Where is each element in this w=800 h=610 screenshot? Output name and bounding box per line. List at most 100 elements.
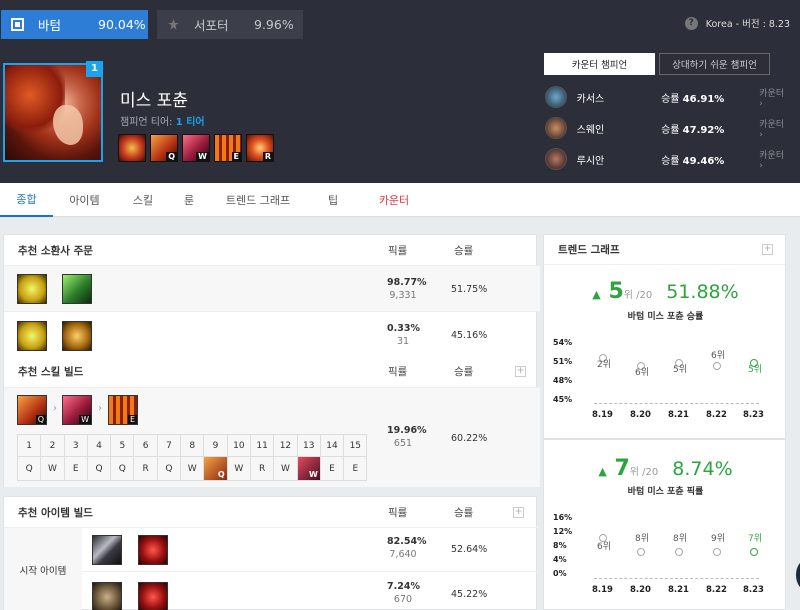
x-tick-label: 8.23 (743, 410, 764, 420)
flash-spell-icon[interactable] (17, 321, 47, 351)
item-row: 7.24% 670 45.22% (82, 571, 538, 610)
lucian-icon (545, 148, 567, 170)
skill-order-cell: E (320, 457, 345, 481)
x-tick-label: 8.20 (630, 410, 651, 420)
y-tick-label: 54% (553, 338, 573, 347)
region-version: Korea - 버전 : 8.23 (705, 19, 790, 30)
health-potion-icon[interactable] (138, 535, 168, 565)
skill-order-cell: Q (204, 457, 228, 481)
spell-win: 45.16% (451, 330, 488, 341)
skill-order-grid: 1 2 3 4 5 6 7 8 9 10 11 12 13 14 15 Q W E Q Q R Q W Q W R W W E E (17, 434, 368, 481)
col-pick: 픽률 (388, 506, 408, 519)
health-potion-icon[interactable] (138, 582, 168, 610)
r-skill-icon[interactable]: R (246, 134, 274, 162)
q-skill-icon[interactable]: Q (150, 134, 178, 162)
e-skill-icon[interactable]: E (214, 134, 242, 162)
counter-row[interactable]: 루시안 승률 49.46% 카운터 › (545, 146, 790, 172)
skill-win: 60.22% (451, 433, 488, 444)
col-win: 승률 (454, 365, 474, 378)
tab-skills[interactable]: 스킬 (116, 183, 170, 217)
rank-label: 5위 (673, 365, 688, 375)
skill-order-cell: R (134, 457, 158, 481)
x-tick-label: 8.21 (668, 585, 689, 595)
rank-label: 7위 (748, 534, 763, 544)
tab-counter[interactable]: 카운터 (358, 183, 430, 217)
version-info: ? Korea - 버전 : 8.23 (684, 16, 790, 30)
tab-trend[interactable]: 트렌드 그래프 (208, 183, 308, 217)
winrate-value: 46.91% (682, 93, 725, 105)
y-tick-label: 48% (553, 376, 573, 385)
tab-items[interactable]: 아이템 (53, 183, 116, 217)
easy-champions-tab[interactable]: 상대하기 쉬운 챔피언 (659, 53, 770, 75)
chevron-right-icon: › (53, 403, 57, 414)
spell-row: 98.77% 9,331 51.75% (4, 265, 540, 311)
rank-label: 6위 (635, 368, 650, 378)
dorans-shield-icon[interactable] (92, 582, 122, 610)
col-win: 승률 (454, 244, 474, 257)
position-name: 서포터 (194, 18, 229, 33)
pick-rate: 0.33% (387, 323, 420, 334)
skill-order-cell: Q (157, 457, 182, 481)
position-tab-bottom[interactable]: 바텀 90.04% (1, 10, 148, 39)
counter-champions-tab[interactable]: 카운터 챔피언 (544, 53, 655, 75)
position-tab-support[interactable]: 서포터 9.96% (157, 10, 303, 39)
trend-point[interactable] (750, 548, 758, 556)
trend-title: 트렌드 그래프 (558, 244, 620, 256)
trend-point[interactable] (675, 548, 683, 556)
counter-row[interactable]: 카서스 승률 46.91% 카운터 › (545, 84, 790, 110)
help-icon[interactable]: ? (684, 16, 698, 30)
heal-spell-icon[interactable] (62, 274, 92, 304)
skill-key: E (231, 152, 241, 161)
trend-point[interactable] (713, 548, 721, 556)
skill-order-cell: E (344, 457, 368, 481)
rank-label: 6위 (597, 542, 612, 552)
counter-tabs: 카운터 챔피언 상대하기 쉬운 챔피언 (544, 53, 770, 75)
karthus-icon (545, 86, 567, 108)
skill-order-cell: R (250, 457, 275, 481)
winrate-label: 승률 (661, 93, 680, 105)
counter-row[interactable]: 스웨인 승률 47.92% 카운터 › (545, 115, 790, 141)
support-lane-icon (168, 19, 179, 30)
expand-icon[interactable]: + (513, 506, 524, 518)
floating-button[interactable] (796, 560, 800, 590)
trend-subtitle: 바텀 미스 포츈 승률 (627, 312, 704, 322)
y-tick-label: 16% (553, 513, 573, 522)
pick-rate: 19.96% (387, 425, 427, 436)
item-panel: 추천 아이템 빌드 픽률 승률 + 시작 아이템 82.54% 7,640 52.… (3, 496, 538, 610)
w-skill-icon[interactable]: W (182, 134, 210, 162)
spell-row: 0.33% 31 45.16% (4, 311, 540, 359)
tab-tips[interactable]: 팁 (308, 183, 358, 217)
pick-rate: 98.77% (387, 277, 427, 288)
tab-runes[interactable]: 룬 (170, 183, 208, 217)
rank-suffix: 위 /20 (623, 290, 653, 301)
rank-label: 8위 (673, 534, 688, 544)
expand-icon[interactable]: + (515, 365, 526, 377)
passive-skill-icon[interactable] (118, 134, 146, 162)
ghost-spell-icon[interactable] (62, 321, 92, 351)
baseline (594, 578, 759, 579)
rank-number: 7 (614, 456, 630, 481)
skill-level-cell: 2 (41, 435, 65, 457)
flash-spell-icon[interactable] (17, 274, 47, 304)
counter-link[interactable]: 카운터 › (759, 117, 790, 140)
counter-link[interactable]: 카운터 › (759, 148, 790, 171)
items-header: 추천 아이템 빌드 픽률 승률 + (4, 497, 536, 527)
skill-key: Q (166, 152, 177, 161)
dorans-blade-icon[interactable] (92, 535, 122, 565)
up-arrow-icon: ▲ (592, 288, 601, 301)
trend-rank: ▲ 5위 /20 51.88% (544, 279, 787, 304)
skill-key: W (196, 152, 209, 161)
y-tick-label: 8% (553, 541, 567, 550)
skill-icons: Q W E R (118, 134, 274, 162)
skill-level-cell: 11 (250, 435, 275, 457)
tab-overview[interactable]: 종합 (0, 183, 53, 217)
counter-link[interactable]: 카운터 › (759, 86, 790, 109)
x-tick-label: 8.21 (668, 410, 689, 420)
rank-label: 8위 (635, 534, 650, 544)
trend-point[interactable] (637, 548, 645, 556)
expand-icon[interactable]: + (762, 244, 773, 255)
item-win: 52.64% (451, 544, 488, 555)
rank-label: 5위 (748, 365, 763, 375)
item-win: 45.22% (451, 589, 488, 600)
trend-point[interactable] (713, 362, 721, 370)
